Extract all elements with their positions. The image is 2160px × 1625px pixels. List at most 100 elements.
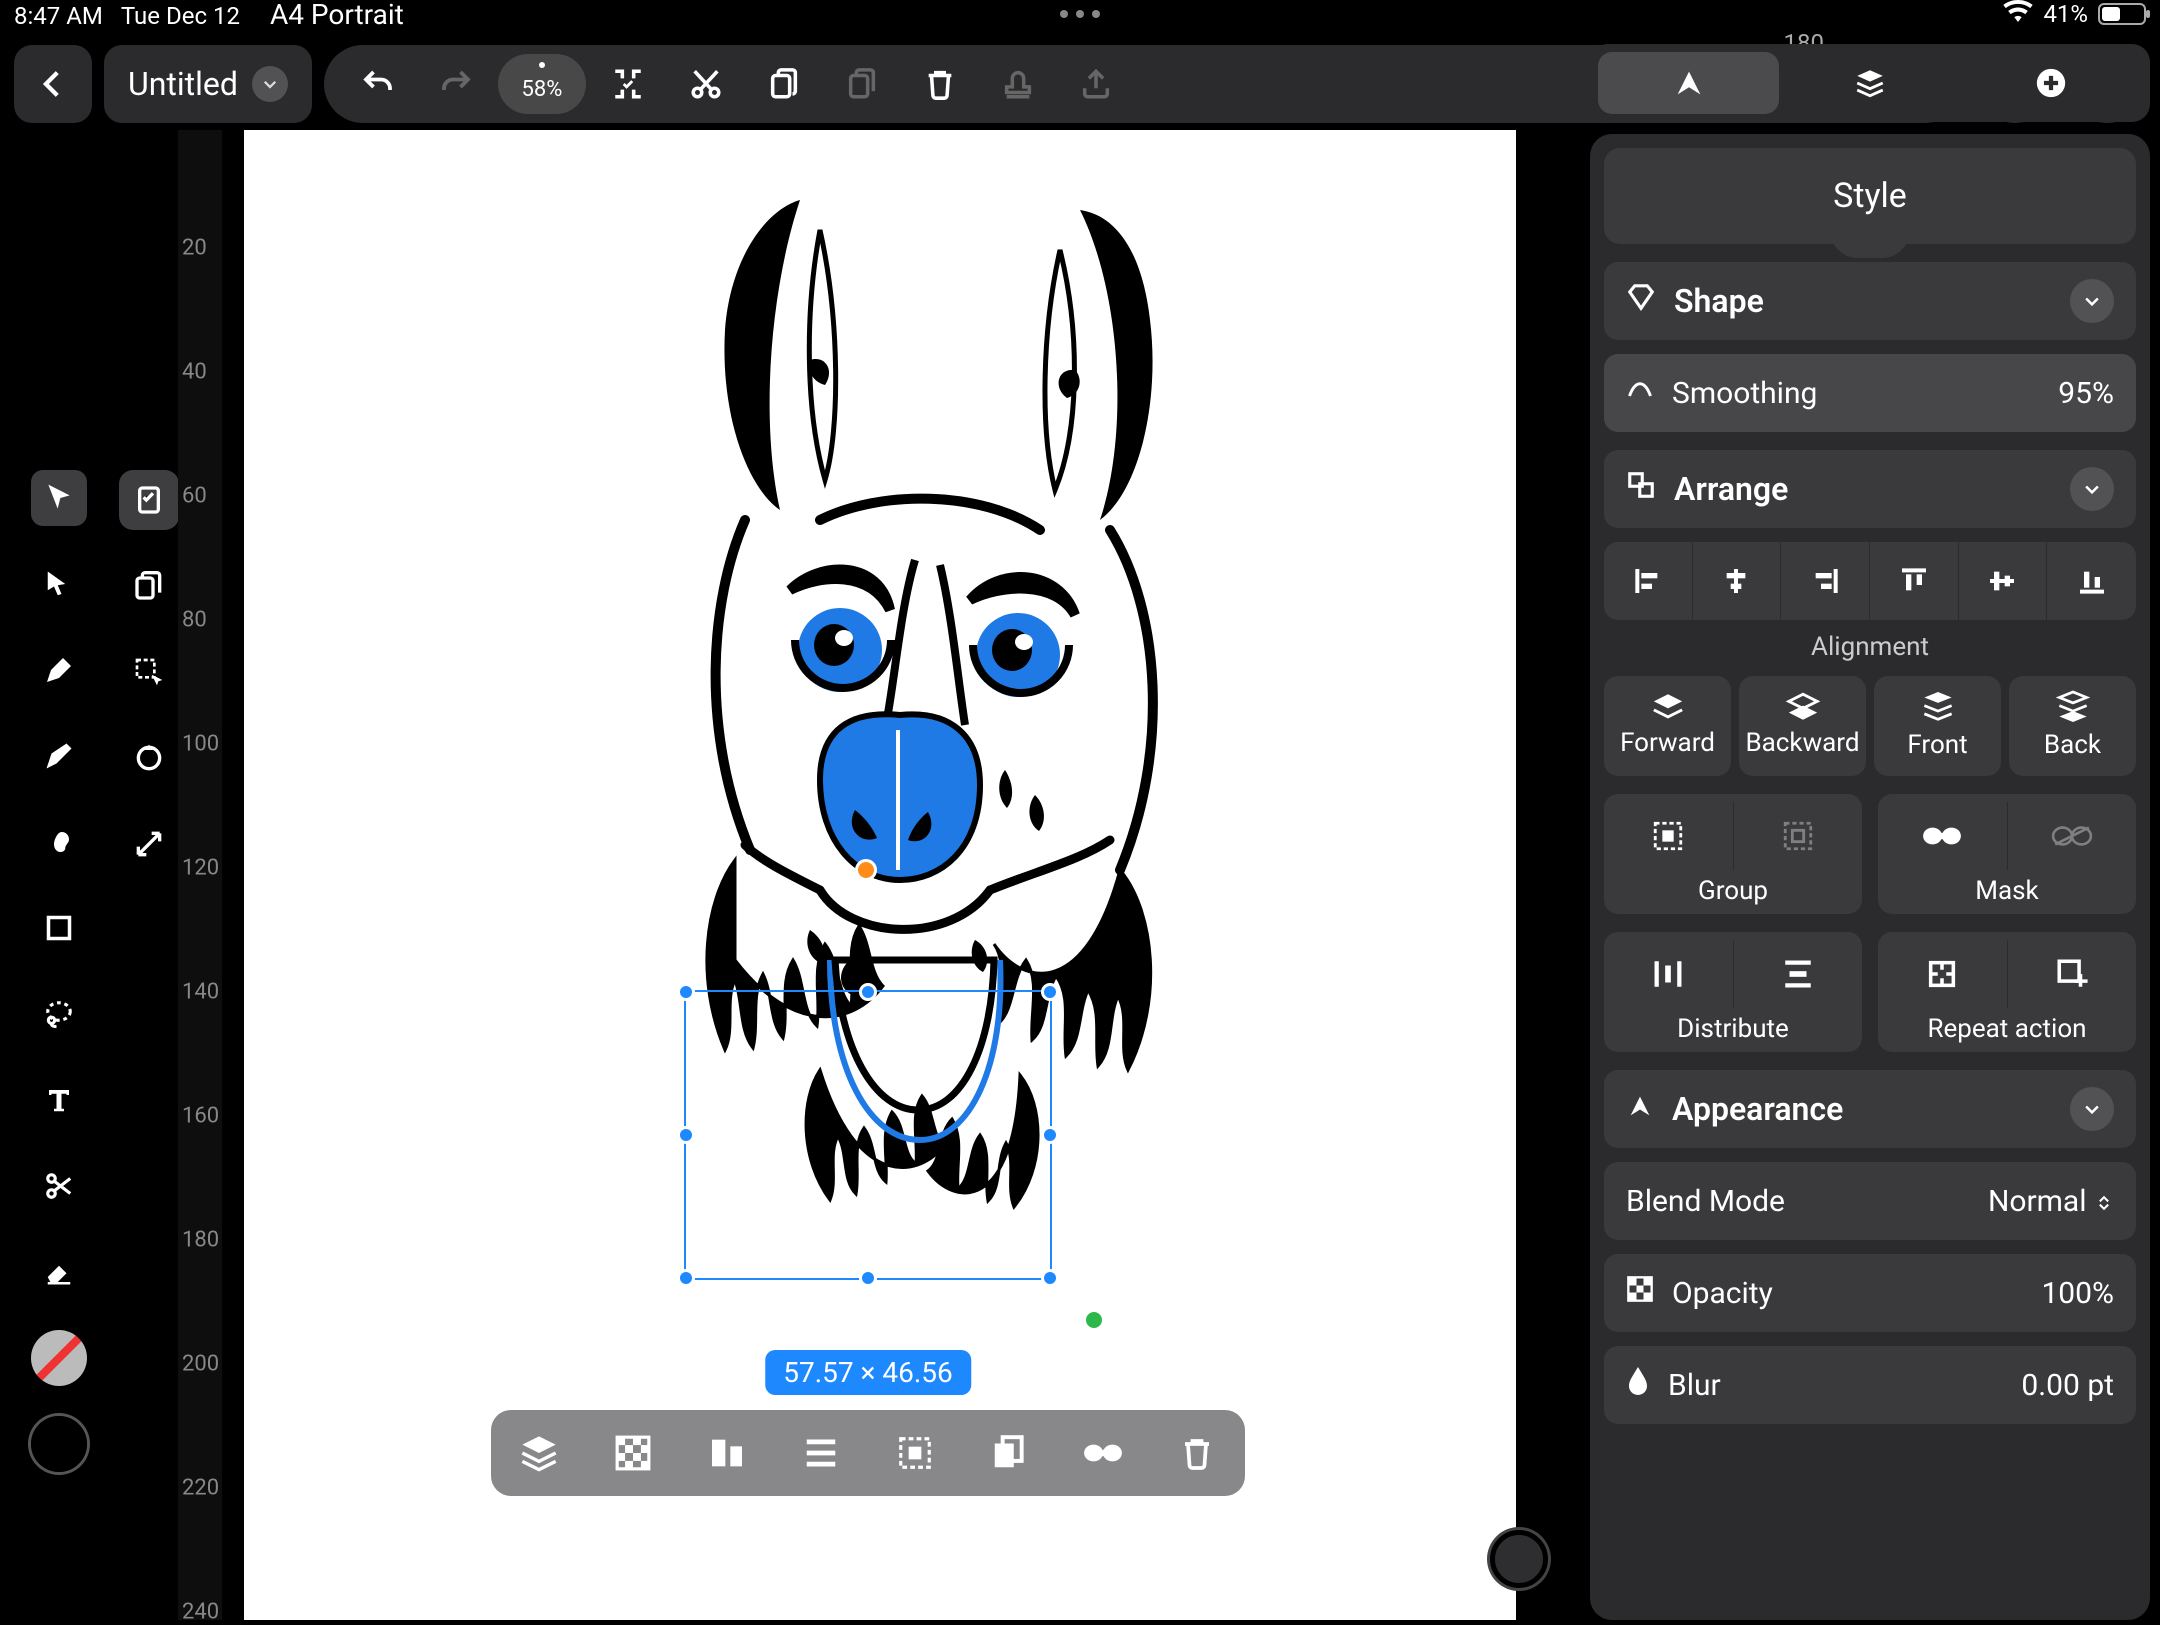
repeat-cell: Repeat action [1878,932,2136,1052]
status-bar: 8:47 AM Tue Dec 12 A4 Portrait 41% [0,0,2160,28]
chevron-down-icon [252,66,288,102]
paste-button[interactable] [826,54,898,114]
alignment-buttons [1604,542,2136,620]
cut-button[interactable] [670,54,742,114]
repeat-button[interactable] [1878,940,2008,1008]
checker-icon [1626,1275,1654,1311]
scissors-tool[interactable] [31,1158,87,1214]
zoom-value: 58% [522,77,563,102]
delete-button[interactable] [904,54,976,114]
copy-button[interactable] [748,54,820,114]
blur-row[interactable]: Blur 0.00 pt [1604,1346,2136,1424]
smart-select-icon[interactable] [119,642,179,702]
battery-pct: 41% [2043,0,2088,28]
appearance-section-header[interactable]: Appearance [1604,1070,2136,1148]
canvas[interactable]: 57.57 × 46.56 [244,130,1516,1620]
stamp-button[interactable] [982,54,1054,114]
text-tool[interactable] [31,1072,87,1128]
context-toolbar [491,1410,1245,1496]
ctx-checker-icon[interactable] [607,1427,659,1479]
tab-add[interactable] [1961,52,2142,114]
scale-handle[interactable] [1083,1309,1105,1331]
left-toolbar [26,470,92,1472]
select-tool[interactable] [31,470,87,526]
page-format-label: A4 Portrait [270,0,404,31]
align-top[interactable] [1870,542,1959,620]
ctx-mask-icon[interactable] [1077,1427,1129,1479]
chevron-down-icon [2070,279,2114,323]
vertical-ruler: 20 40 60 80 100 120 140 160 180 200 220 … [178,130,222,1620]
inspector-panel: Style Shape Smoothing 95% Arrange Alignm… [1590,44,2150,1620]
assistive-touch[interactable] [1490,1530,1548,1588]
stack-buttons: Forward Backward Front Back [1604,676,2136,776]
distribute-v[interactable] [1734,940,1863,1008]
align-bottom[interactable] [2047,542,2136,620]
status-date: Tue Dec 12 [121,2,240,30]
mask-cell: Mask [1878,794,2136,914]
align-hcenter[interactable] [1693,542,1782,620]
duplicate-icon[interactable] [119,556,179,616]
status-time: 8:47 AM [14,2,103,30]
pencil-tool[interactable] [31,728,87,784]
ctx-delete-icon[interactable] [1171,1427,1223,1479]
alignment-label: Alignment [1604,632,2136,662]
pen-tool[interactable] [31,642,87,698]
multitask-dots[interactable] [1060,10,1100,18]
eraser-tool[interactable] [31,1244,87,1300]
rotation-handle[interactable] [855,859,877,881]
distribute-cell: Distribute [1604,932,1862,1052]
shape-icon [1626,282,1656,320]
ctx-align-icon[interactable] [701,1427,753,1479]
ungroup-button[interactable] [1734,802,1863,870]
ctx-group-icon[interactable] [889,1427,941,1479]
backward-button[interactable]: Backward [1739,676,1866,776]
ctx-layers-icon[interactable] [513,1427,565,1479]
ctx-duplicate-icon[interactable] [983,1427,1035,1479]
unmask-button[interactable] [2008,802,2137,870]
distribute-h[interactable] [1604,940,1734,1008]
mask-button[interactable] [1878,802,2008,870]
lasso-tool[interactable] [31,986,87,1042]
inspector-tabs [1590,44,2150,122]
stroke-swatch[interactable] [31,1416,87,1472]
shape-section-header[interactable]: Shape [1604,262,2136,340]
tab-style[interactable] [1598,52,1779,114]
repeat-add-button[interactable] [2008,940,2137,1008]
front-button[interactable]: Front [1874,676,2001,776]
zoom-level[interactable]: 58% [498,54,586,114]
clipboard-icon[interactable] [119,470,179,530]
shape-tool[interactable] [31,900,87,956]
arrange-section-header[interactable]: Arrange [1604,450,2136,528]
back-button[interactable] [14,45,92,123]
align-left[interactable] [1604,542,1693,620]
selection-box[interactable] [684,990,1052,1280]
chevron-down-icon [2070,467,2114,511]
undo-button[interactable] [342,54,414,114]
redo-button[interactable] [420,54,492,114]
rotate-icon[interactable] [119,728,179,788]
smoothing-row[interactable]: Smoothing 95% [1604,354,2136,432]
align-right[interactable] [1781,542,1870,620]
selection-dimensions: 57.57 × 46.56 [765,1350,971,1395]
crop-button[interactable] [592,54,664,114]
align-vcenter[interactable] [1959,542,2048,620]
group-button[interactable] [1604,802,1734,870]
style-header[interactable]: Style [1604,148,2136,244]
left-toolbar-secondary [116,470,182,874]
battery-icon [2098,3,2146,25]
direct-select-tool[interactable] [31,556,87,612]
scale-icon[interactable] [119,814,179,874]
smoothing-icon [1626,375,1654,411]
brush-tool[interactable] [31,814,87,870]
fill-swatch[interactable] [31,1330,87,1386]
blend-mode-row[interactable]: Blend Mode Normal [1604,1162,2136,1240]
document-title-text: Untitled [128,65,238,103]
appearance-icon [1626,1090,1654,1128]
back-button-stack[interactable]: Back [2009,676,2136,776]
tab-layers[interactable] [1779,52,1960,114]
export-button[interactable] [1060,54,1132,114]
document-title[interactable]: Untitled [104,45,312,123]
ctx-list-icon[interactable] [795,1427,847,1479]
forward-button[interactable]: Forward [1604,676,1731,776]
opacity-row[interactable]: Opacity 100% [1604,1254,2136,1332]
